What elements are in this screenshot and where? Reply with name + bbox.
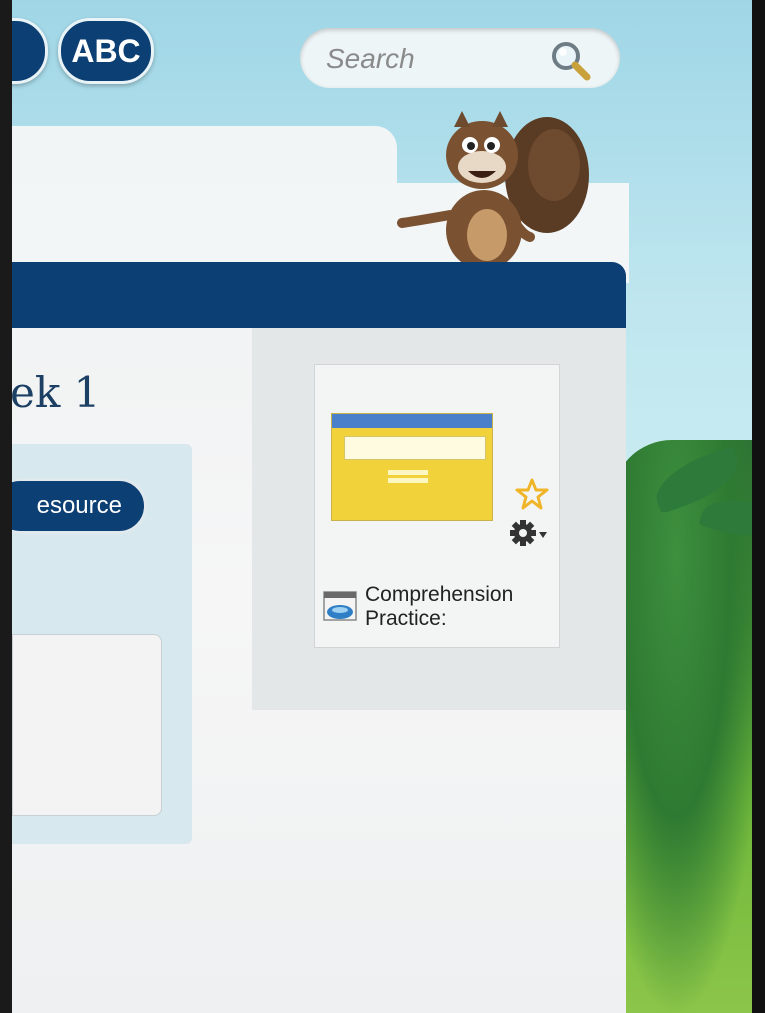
search-bar (300, 28, 620, 88)
thumbnail-option (388, 470, 428, 475)
squirrel-mascot (397, 111, 589, 265)
week-title: ek 1 (12, 368, 101, 417)
add-resource-button[interactable]: esource (12, 478, 147, 534)
gear-icon[interactable] (509, 517, 549, 549)
section-header-bar (12, 262, 626, 328)
resource-thumbnail[interactable] (331, 413, 493, 521)
search-input[interactable] (324, 38, 538, 80)
photo-bezel-left (0, 0, 12, 1013)
thumbnail-titlebar (332, 414, 492, 428)
content-area: ek 1 esource Comprehension Practice: (12, 328, 626, 1013)
nav-pill-button[interactable] (12, 18, 48, 84)
thumbnail-textbox (344, 436, 486, 460)
thumbnail-option (388, 478, 428, 483)
app-screen: ABC ek 1 esource (12, 0, 752, 1013)
activity-type-icon (323, 591, 357, 621)
abc-button[interactable]: ABC (58, 18, 154, 84)
resource-card[interactable]: Comprehension Practice: (314, 364, 560, 648)
resource-drop-box (12, 634, 162, 816)
chevron-down-icon (539, 532, 547, 538)
photo-bezel-right (752, 0, 765, 1013)
search-icon[interactable] (548, 38, 592, 82)
resource-card-title[interactable]: Comprehension Practice: (365, 583, 555, 631)
star-icon[interactable] (515, 477, 549, 511)
